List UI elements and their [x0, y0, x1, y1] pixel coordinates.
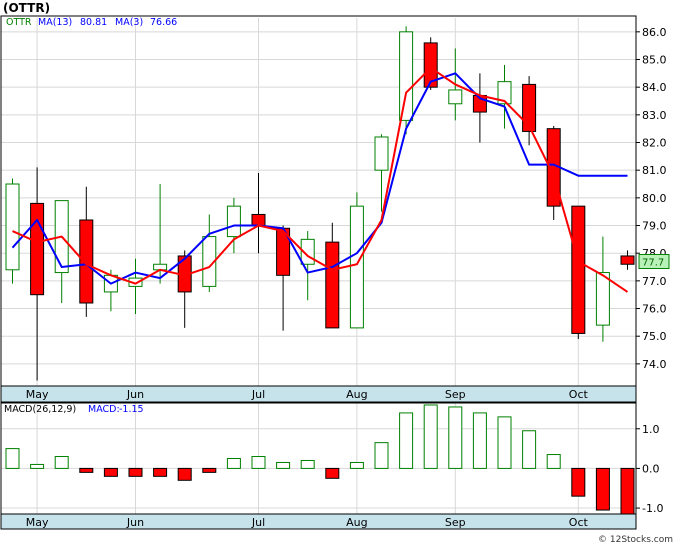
credit-text: © 12Stocks.com [598, 535, 673, 545]
price-ytick-label-12: 86.0 [642, 26, 667, 39]
stock-chart: 74.0 75.0 76.0 77.0 78.0 79.0 80.0 81.0 82.0 83.0… [0, 0, 680, 546]
price-xtick-label-2: Jul [251, 388, 265, 401]
last-price-value: 77.7 [642, 257, 664, 268]
macd-bar-20 [497, 416, 512, 469]
candle-body-1 [30, 202, 45, 296]
price-xtick-label-0: May [26, 388, 49, 401]
macd-bar-15 [374, 442, 389, 469]
candle-body-9 [226, 205, 241, 238]
macd-bar-13 [325, 467, 340, 479]
legend-ma3-label: MA(3) [115, 17, 143, 28]
price-ytick-label-2: 76.0 [642, 303, 667, 316]
candle-body-15 [374, 136, 389, 171]
macd-xtick-label-0: May [26, 516, 49, 529]
price-ytick-label-10: 84.0 [642, 81, 667, 94]
chart-title: (OTTR) [3, 1, 50, 15]
legend-ma13-value: 80.81 [80, 17, 107, 28]
macd-bar-14 [349, 461, 364, 469]
macd-xtick-label-5: Oct [569, 516, 589, 529]
macd-bar-17 [423, 404, 438, 469]
macd-bar-12 [300, 459, 315, 469]
macd-bar-10 [251, 456, 266, 469]
chart-svg: 74.075.076.077.078.079.080.081.082.083.0… [0, 0, 680, 546]
legend-ma13-label: MA(13) [38, 17, 72, 28]
macd-bar-23 [571, 467, 586, 497]
price-ytick-label-7: 81.0 [642, 164, 667, 177]
price-ytick-label-0: 74.0 [642, 358, 667, 371]
candle-body-3 [79, 219, 94, 304]
macd-bar-8 [202, 467, 217, 473]
price-xtick-label-3: Aug [346, 388, 367, 401]
macd-xtick-label-4: Sep [445, 516, 466, 529]
price-ytick-label-3: 77.0 [642, 275, 667, 288]
macd-bar-19 [472, 412, 487, 469]
price-ytick-label-9: 83.0 [642, 109, 667, 122]
macd-ytick-label-2: 1.0 [642, 423, 660, 436]
macd-ytick-label-1: 0.0 [642, 462, 660, 475]
macd-bar-22 [546, 454, 561, 469]
macd-bar-4 [103, 467, 118, 477]
price-ytick-label-5: 79.0 [642, 220, 667, 233]
price-xtick-label-1: Jun [126, 388, 144, 401]
legend-symbol: OTTR [6, 17, 32, 28]
macd-x-band [0, 513, 637, 530]
candle-body-24 [595, 272, 610, 326]
macd-xtick-label-2: Jul [251, 516, 265, 529]
macd-bar-18 [448, 406, 463, 469]
candle-body-13 [325, 241, 340, 329]
candle-body-18 [448, 89, 463, 105]
price-ytick-label-8: 82.0 [642, 137, 667, 150]
price-ytick-label-11: 85.0 [642, 54, 667, 67]
candle-body-25 [620, 255, 635, 265]
candle-body-0 [5, 183, 20, 271]
candle-body-16 [399, 31, 414, 121]
macd-legend-label: MACD(26,12,9) [4, 404, 76, 415]
candle-body-21 [522, 83, 537, 132]
macd-bar-5 [128, 467, 143, 477]
candle-body-23 [571, 205, 586, 334]
macd-legend-key: MACD: [88, 404, 120, 415]
macd-xtick-label-1: Jun [126, 516, 144, 529]
macd-bar-21 [522, 430, 537, 469]
macd-bar-24 [595, 467, 610, 511]
macd-bar-16 [399, 412, 414, 469]
macd-bar-25 [620, 467, 635, 515]
macd-bar-6 [153, 467, 168, 477]
candle-body-10 [251, 213, 266, 227]
macd-legend-value: -1.15 [119, 404, 144, 415]
price-ytick-label-6: 80.0 [642, 192, 667, 205]
price-ytick-label-1: 75.0 [642, 330, 667, 343]
macd-bar-2 [54, 456, 69, 469]
price-xtick-label-4: Sep [445, 388, 466, 401]
legend-ma3-value: 76.66 [150, 17, 177, 28]
macd-bar-9 [226, 458, 241, 469]
macd-bar-3 [79, 467, 94, 473]
macd-bar-7 [177, 467, 192, 481]
candle-body-14 [349, 205, 364, 329]
macd-ytick-label-0: -1.0 [642, 502, 663, 515]
macd-xtick-label-3: Aug [346, 516, 367, 529]
price-xtick-label-5: Oct [569, 388, 589, 401]
macd-bar-11 [276, 461, 291, 469]
macd-bar-1 [30, 463, 45, 469]
macd-bar-0 [5, 448, 20, 469]
price-x-band [0, 385, 637, 403]
